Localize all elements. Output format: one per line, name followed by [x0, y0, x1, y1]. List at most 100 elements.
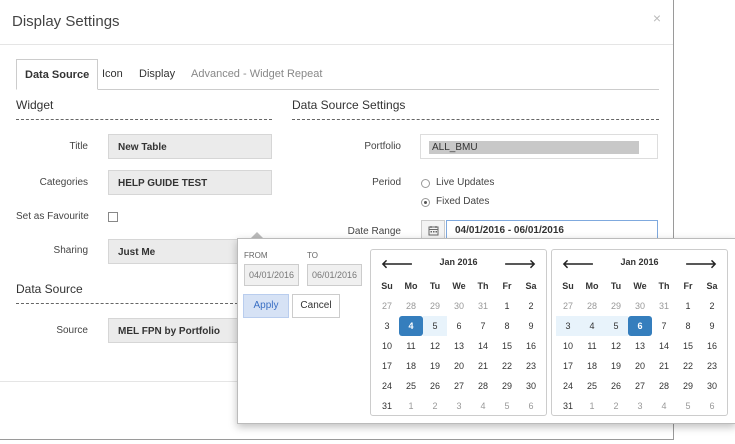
calendar-day[interactable]: 24 [556, 376, 580, 396]
calendar-day[interactable]: 22 [495, 356, 519, 376]
calendar-day[interactable]: 13 [447, 336, 471, 356]
calendar-day[interactable]: 7 [471, 316, 495, 336]
close-icon[interactable]: × [653, 10, 661, 26]
calendar-day[interactable]: 21 [471, 356, 495, 376]
calendar-day[interactable]: 1 [495, 296, 519, 316]
calendar-day[interactable]: 10 [375, 336, 399, 356]
calendar-day[interactable]: 18 [580, 356, 604, 376]
calendar-day[interactable]: 2 [700, 296, 724, 316]
calendar-day[interactable]: 27 [447, 376, 471, 396]
calendar-day[interactable]: 1 [676, 296, 700, 316]
calendar-day[interactable]: 29 [423, 296, 447, 316]
calendar-day[interactable]: 1 [399, 396, 423, 416]
calendar-day[interactable]: 20 [628, 356, 652, 376]
calendar-day[interactable]: 15 [495, 336, 519, 356]
calendar-day[interactable]: 3 [628, 396, 652, 416]
calendar-day[interactable]: 5 [495, 396, 519, 416]
calendar-day[interactable]: 25 [399, 376, 423, 396]
calendar-day[interactable]: 6 [700, 396, 724, 416]
calendar-day[interactable]: 2 [423, 396, 447, 416]
calendar-day[interactable]: 6 [628, 316, 652, 336]
next-month-arrow-icon[interactable]: 🡒 [685, 256, 717, 271]
calendar-day[interactable]: 9 [700, 316, 724, 336]
calendar-day[interactable]: 21 [652, 356, 676, 376]
period-live-radio[interactable] [421, 179, 430, 188]
calendar-day[interactable]: 29 [495, 376, 519, 396]
calendar-day[interactable]: 6 [519, 396, 543, 416]
calendar-day[interactable]: 9 [519, 316, 543, 336]
categories-input[interactable]: HELP GUIDE TEST [108, 170, 272, 195]
calendar-day[interactable]: 14 [471, 336, 495, 356]
calendar-day[interactable]: 5 [676, 396, 700, 416]
calendar-day[interactable]: 24 [375, 376, 399, 396]
tab-data-source[interactable]: Data Source [16, 59, 99, 90]
calendar-day[interactable]: 30 [628, 296, 652, 316]
calendar-day[interactable]: 22 [676, 356, 700, 376]
period-fixed-radio[interactable] [421, 198, 430, 207]
calendar-day[interactable]: 31 [471, 296, 495, 316]
calendar-day[interactable]: 13 [628, 336, 652, 356]
tab-icon[interactable]: Icon [102, 59, 123, 89]
calendar-day[interactable]: 28 [399, 296, 423, 316]
calendar-day[interactable]: 4 [471, 396, 495, 416]
calendar-day[interactable]: 12 [423, 336, 447, 356]
calendar-day[interactable]: 12 [604, 336, 628, 356]
apply-button[interactable]: Apply [243, 294, 289, 318]
calendar-day[interactable]: 18 [399, 356, 423, 376]
portfolio-select[interactable]: ALL_BMU [420, 134, 658, 159]
calendar-day[interactable]: 28 [471, 376, 495, 396]
calendar-day[interactable]: 1 [580, 396, 604, 416]
tab-display[interactable]: Display [139, 59, 175, 89]
calendar-day[interactable]: 17 [375, 356, 399, 376]
calendar-day[interactable]: 16 [519, 336, 543, 356]
sharing-select[interactable]: Just Me [108, 239, 238, 264]
calendar-day[interactable]: 3 [375, 316, 399, 336]
calendar-day[interactable]: 29 [604, 296, 628, 316]
calendar-day[interactable]: 30 [700, 376, 724, 396]
favourite-checkbox[interactable] [108, 212, 118, 222]
calendar-day[interactable]: 26 [423, 376, 447, 396]
calendar-day[interactable]: 2 [519, 296, 543, 316]
title-input[interactable]: New Table [108, 134, 272, 159]
calendar-day[interactable]: 5 [423, 316, 447, 336]
calendar-day[interactable]: 10 [556, 336, 580, 356]
to-input[interactable]: 06/01/2016 [307, 264, 362, 286]
calendar-day[interactable]: 30 [447, 296, 471, 316]
calendar-day[interactable]: 28 [652, 376, 676, 396]
calendar-day[interactable]: 3 [556, 316, 580, 336]
calendar-day[interactable]: 11 [399, 336, 423, 356]
calendar-day[interactable]: 26 [604, 376, 628, 396]
calendar-day[interactable]: 31 [556, 396, 580, 416]
tab-advanced-widget-repeat[interactable]: Advanced - Widget Repeat [191, 59, 322, 89]
calendar-day[interactable]: 6 [447, 316, 471, 336]
calendar-day[interactable]: 19 [423, 356, 447, 376]
from-input[interactable]: 04/01/2016 [244, 264, 299, 286]
calendar-day[interactable]: 4 [399, 316, 423, 336]
calendar-day[interactable]: 28 [580, 296, 604, 316]
source-select[interactable]: MEL FPN by Portfolio [108, 318, 238, 343]
calendar-day[interactable]: 23 [700, 356, 724, 376]
calendar-day[interactable]: 7 [652, 316, 676, 336]
calendar-day[interactable]: 27 [628, 376, 652, 396]
calendar-day[interactable]: 16 [700, 336, 724, 356]
calendar-day[interactable]: 4 [652, 396, 676, 416]
calendar-day[interactable]: 8 [676, 316, 700, 336]
calendar-day[interactable]: 31 [652, 296, 676, 316]
calendar-day[interactable]: 17 [556, 356, 580, 376]
calendar-day[interactable]: 25 [580, 376, 604, 396]
calendar-day[interactable]: 5 [604, 316, 628, 336]
calendar-day[interactable]: 8 [495, 316, 519, 336]
calendar-day[interactable]: 27 [375, 296, 399, 316]
calendar-day[interactable]: 3 [447, 396, 471, 416]
calendar-day[interactable]: 30 [519, 376, 543, 396]
calendar-day[interactable]: 29 [676, 376, 700, 396]
calendar-day[interactable]: 4 [580, 316, 604, 336]
next-month-arrow-icon[interactable]: 🡒 [504, 256, 536, 271]
calendar-day[interactable]: 27 [556, 296, 580, 316]
cancel-button[interactable]: Cancel [292, 294, 340, 318]
calendar-day[interactable]: 19 [604, 356, 628, 376]
calendar-day[interactable]: 31 [375, 396, 399, 416]
calendar-day[interactable]: 2 [604, 396, 628, 416]
calendar-day[interactable]: 14 [652, 336, 676, 356]
calendar-day[interactable]: 23 [519, 356, 543, 376]
